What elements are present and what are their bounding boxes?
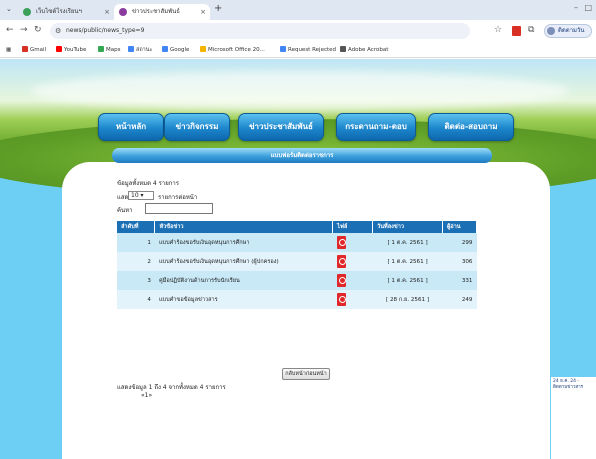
row-number: 3 bbox=[117, 271, 155, 290]
youtube-icon bbox=[56, 46, 62, 52]
url-text: news/public/news_type=9 bbox=[66, 27, 145, 34]
news-date: [ 1 ต.ค. 2561 ] bbox=[372, 233, 443, 252]
pdf-file-icon[interactable] bbox=[336, 255, 346, 268]
close-tab-icon[interactable]: × bbox=[104, 4, 110, 20]
site-info-icon[interactable]: ⚙ bbox=[55, 23, 61, 39]
search-input[interactable] bbox=[145, 203, 213, 214]
content-card bbox=[62, 162, 550, 459]
nav-news-button[interactable]: ข่าวประชาสัมพันธ์ bbox=[238, 113, 324, 141]
col-file[interactable]: ไฟล์ bbox=[332, 221, 374, 233]
record-count: ข้อมูลทั้งหมด 4 รายการ bbox=[117, 180, 179, 187]
bookmark-request-rejected[interactable]: Request Rejected bbox=[280, 45, 336, 55]
bookmark-youtube[interactable]: YouTube bbox=[56, 45, 86, 55]
minimize-icon[interactable]: – bbox=[574, 3, 578, 12]
per-page-label: รายการต่อหน้า bbox=[158, 194, 198, 201]
pdf-extension-icon[interactable] bbox=[512, 26, 521, 36]
site-favicon-icon bbox=[23, 8, 31, 16]
address-bar[interactable]: ⚙ news/public/news_type=9 bbox=[50, 23, 470, 39]
col-title[interactable]: หัวข้อข่าว bbox=[154, 221, 334, 233]
view-count: 299 bbox=[442, 233, 477, 252]
nav-activities-button[interactable]: ข่าวกิจกรรม bbox=[164, 113, 230, 141]
view-count: 249 bbox=[442, 290, 477, 309]
news-title-link[interactable]: แบบคำร้องขอรับเงินอุดหนุนการศึกษา (ผู้ปก… bbox=[154, 252, 333, 271]
news-title-link[interactable]: แบบคำร้องขอรับเงินอุดหนุนการศึกษา bbox=[154, 233, 333, 252]
link-icon bbox=[128, 46, 134, 52]
col-views[interactable]: ผู้อ่าน bbox=[442, 221, 477, 233]
tab-title: เว็บไซต์โรงเรียนฯ bbox=[36, 8, 82, 15]
reload-icon[interactable]: ↻ bbox=[34, 25, 42, 35]
nav-board-button[interactable]: กระดานถาม-ตอบ bbox=[336, 113, 416, 141]
table-row: 1 แบบคำร้องขอรับเงินอุดหนุนการศึกษา [ 1 … bbox=[117, 233, 477, 252]
row-number: 4 bbox=[117, 290, 155, 309]
table-row: 3 คู่มือปฏิบัติงานด้านการรับนักเรียน [ 1… bbox=[117, 271, 477, 290]
maximize-icon[interactable]: □ bbox=[584, 3, 592, 12]
close-tab-icon[interactable]: × bbox=[200, 4, 206, 20]
browser-tab-2[interactable]: ข่าวประชาสัมพันธ์ × bbox=[114, 4, 210, 20]
bookmark-status[interactable]: สถานะ bbox=[128, 45, 153, 55]
news-table: ลำดับที่ หัวข้อข่าว ไฟล์ วันที่ลงข่าว ผู… bbox=[117, 221, 477, 309]
nav-home-button[interactable]: หน้าหลัก bbox=[98, 113, 164, 141]
bookmarks-bar: ▦ Gmail YouTube Maps สถานะ Google Micros… bbox=[0, 42, 596, 58]
browser-toolbar: ← → ↻ ⚙ news/public/news_type=9 ☆ ⧉ ติดต… bbox=[0, 20, 596, 42]
bookmark-gmail[interactable]: Gmail bbox=[22, 45, 46, 55]
browser-tab-1[interactable]: เว็บไซต์โรงเรียนฯ × bbox=[18, 4, 114, 20]
apps-grid-icon[interactable]: ▦ bbox=[6, 45, 11, 55]
pdf-file-icon[interactable] bbox=[336, 274, 346, 287]
pdf-file-icon[interactable] bbox=[336, 236, 346, 249]
extensions-icon[interactable]: ⧉ bbox=[528, 25, 534, 35]
back-button[interactable]: กลับหน้าก่อนหน้า bbox=[282, 368, 330, 380]
news-date: [ 28 ก.ย. 2561 ] bbox=[372, 290, 443, 309]
site-favicon-icon bbox=[119, 8, 127, 16]
table-row: 4 แบบคำขอข้อมูลข่าวสาร [ 28 ก.ย. 2561 ] … bbox=[117, 290, 477, 309]
view-count: 306 bbox=[442, 252, 477, 271]
news-title-link[interactable]: คู่มือปฏิบัติงานด้านการรับนักเรียน bbox=[154, 271, 333, 290]
row-number: 1 bbox=[117, 233, 155, 252]
view-count: 331 bbox=[442, 271, 477, 290]
star-icon bbox=[200, 46, 206, 52]
google-icon bbox=[162, 46, 168, 52]
bookmark-google[interactable]: Google bbox=[162, 45, 189, 55]
row-number: 2 bbox=[117, 252, 155, 271]
col-no[interactable]: ลำดับที่ bbox=[117, 221, 156, 233]
side-notification[interactable]: 24 ธ.ค. 24 - ติดตามข่าวสาร bbox=[551, 377, 596, 459]
browser-tab-strip: ⌄ เว็บไซต์โรงเรียนฯ × ข่าวประชาสัมพันธ์ … bbox=[0, 0, 596, 20]
new-tab-icon[interactable]: + bbox=[214, 3, 222, 14]
pagination-control[interactable]: «1» bbox=[141, 392, 152, 399]
search-label: ค้นหา bbox=[117, 207, 133, 214]
back-arrow-icon[interactable]: ← bbox=[6, 25, 14, 35]
tab-search-icon[interactable]: ⌄ bbox=[6, 5, 12, 13]
globe-icon bbox=[340, 46, 346, 52]
gmail-icon bbox=[22, 46, 28, 52]
nav-contact-button[interactable]: ติดต่อ-สอบถาม bbox=[428, 113, 514, 141]
pagination-info: แสดงข้อมูล 1 ถึง 4 จากทั้งหมด 4 รายการ bbox=[117, 384, 226, 391]
news-title-link[interactable]: แบบคำขอข้อมูลข่าวสาร bbox=[154, 290, 333, 309]
globe-icon bbox=[280, 46, 286, 52]
pdf-file-icon[interactable] bbox=[336, 293, 346, 306]
news-date: [ 1 ต.ค. 2561 ] bbox=[372, 271, 443, 290]
bookmark-adobe[interactable]: Adobe Acrobat bbox=[340, 45, 388, 55]
profile-button[interactable]: ติดตามวัน bbox=[544, 24, 592, 38]
col-date[interactable]: วันที่ลงข่าว bbox=[372, 221, 443, 233]
banner-cloud bbox=[30, 71, 570, 111]
bookmark-office[interactable]: Microsoft Office 20... bbox=[200, 45, 265, 55]
bookmark-star-icon[interactable]: ☆ bbox=[494, 25, 502, 35]
maps-icon bbox=[98, 46, 104, 52]
table-row: 2 แบบคำร้องขอรับเงินอุดหนุนการศึกษา (ผู้… bbox=[117, 252, 477, 271]
forward-arrow-icon[interactable]: → bbox=[20, 25, 28, 35]
tab-title: ข่าวประชาสัมพันธ์ bbox=[132, 8, 180, 15]
news-date: [ 1 ต.ค. 2561 ] bbox=[372, 252, 443, 271]
section-title: แบบฟอร์มติดต่อราชการ bbox=[112, 148, 492, 163]
bookmark-maps[interactable]: Maps bbox=[98, 45, 120, 55]
page-size-select[interactable]: 10 ▾ bbox=[128, 191, 154, 200]
